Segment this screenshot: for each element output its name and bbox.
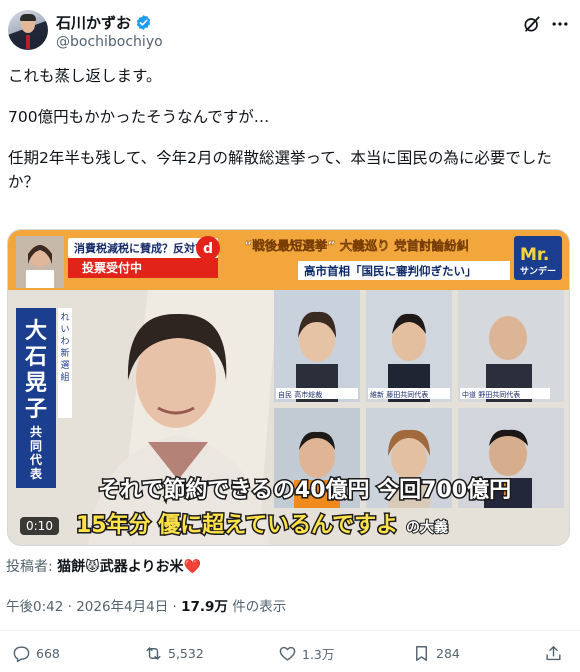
svg-text:サンデー: サンデー xyxy=(520,265,556,277)
svg-text:わ: わ xyxy=(60,336,69,347)
post-meta: 午後0:42 · 2026年4月4日 · 17.9万 件の表示 xyxy=(6,595,286,615)
action-bar: 668 5,532 1.3万 284 xyxy=(0,644,580,668)
svg-text:晃: 晃 xyxy=(25,371,47,396)
reply-count: 668 xyxy=(36,646,60,661)
svg-text:同: 同 xyxy=(30,439,42,453)
svg-text:選: 選 xyxy=(60,360,69,371)
bookmark-count: 284 xyxy=(436,646,460,661)
author-handle[interactable]: @bochibochiyo xyxy=(56,34,163,50)
attribution-prefix: 投稿者: xyxy=(6,559,58,575)
author-name[interactable]: 石川かずお xyxy=(56,12,131,33)
reply-button[interactable]: 668 xyxy=(12,644,60,663)
panel-tag: 維新 藤田共同代表 xyxy=(370,390,428,399)
avatar[interactable] xyxy=(8,10,48,50)
svg-text:子: 子 xyxy=(25,397,47,422)
post-timestamp[interactable]: 午後0:42 · 2026年4月4日 · xyxy=(6,599,181,615)
post-header: 石川かずお @bochibochiyo xyxy=(8,10,572,54)
svg-text:い: い xyxy=(60,325,69,335)
repost-button[interactable]: 5,532 xyxy=(144,644,204,663)
post-text: これも蒸し返します。 700億円もかかったそうなんですが… 任期2年半も残して、… xyxy=(8,64,568,211)
video-player[interactable]: 消費税減税に賛成？反対？ 投票受付中 d “戦後最短選挙” 大義巡り 党首討論紛… xyxy=(7,229,570,546)
repost-count: 5,532 xyxy=(168,646,204,661)
media-attribution: 投稿者: 猫餅😾武器よりお米❤️ xyxy=(6,556,201,576)
author-name-row: 石川かずお xyxy=(56,12,152,33)
svg-text:d: d xyxy=(203,241,213,257)
post-paragraph: 任期2年半も残して、今年2月の解散総選挙って、本当に国民の為に必要でしたか？ xyxy=(8,149,552,191)
post-paragraph: 700億円もかかったそうなんですが… xyxy=(8,108,270,126)
svg-text:新: 新 xyxy=(60,347,69,359)
grok-icon[interactable] xyxy=(522,14,542,34)
post-paragraph: これも蒸し返します。 xyxy=(8,67,162,85)
share-icon xyxy=(546,646,561,661)
subheadline: 高市首相「国民に審判仰ぎたい」 xyxy=(304,264,477,278)
repost-icon xyxy=(146,647,161,660)
panel-tag: 中道 野田共同代表 xyxy=(462,390,520,399)
share-button[interactable] xyxy=(544,644,563,663)
svg-text:大: 大 xyxy=(25,319,47,344)
vote-question: 消費税減税に賛成？反対？ xyxy=(74,241,206,255)
attribution-name[interactable]: 猫餅😾武器よりお米❤️ xyxy=(57,559,201,575)
svg-text:石: 石 xyxy=(24,345,47,370)
divider xyxy=(0,630,580,631)
caption-line-1: それで節約できるの40億円 今回700億円 xyxy=(98,477,511,503)
like-button[interactable]: 1.3万 xyxy=(278,644,334,663)
more-options-icon[interactable] xyxy=(550,14,570,34)
bookmark-button[interactable]: 284 xyxy=(412,644,460,663)
heart-icon xyxy=(279,646,296,661)
svg-text:組: 組 xyxy=(60,371,69,383)
like-count: 1.3万 xyxy=(302,647,335,662)
caption-line-2: 15年分 優に超えているんですよ xyxy=(76,512,398,538)
svg-text:Mr.: Mr. xyxy=(520,245,549,265)
headline: “戦後最短選挙” 大義巡り 党首討論紛糾 xyxy=(244,238,469,253)
caption-tail: の大義 xyxy=(406,519,448,536)
bookmark-icon xyxy=(416,646,427,661)
view-count-suffix: 件の表示 xyxy=(227,599,287,615)
video-frame: 消費税減税に賛成？反対？ 投票受付中 d “戦後最短選挙” 大義巡り 党首討論紛… xyxy=(8,230,569,545)
video-duration: 0:10 xyxy=(20,517,59,535)
svg-text:共: 共 xyxy=(30,424,42,439)
vote-label: 投票受付中 xyxy=(82,260,142,275)
verified-badge-icon xyxy=(136,15,151,30)
svg-text:表: 表 xyxy=(29,466,43,481)
reply-icon xyxy=(13,646,30,663)
leaders-panel: 自民 高市総裁 維新 藤田共同代表 中道 野田共同代表 xyxy=(274,290,564,508)
view-count: 17.9万 xyxy=(181,599,228,615)
panel-tag: 自民 高市総裁 xyxy=(278,390,322,399)
svg-text:れ: れ xyxy=(60,312,69,323)
svg-text:代: 代 xyxy=(29,452,42,467)
